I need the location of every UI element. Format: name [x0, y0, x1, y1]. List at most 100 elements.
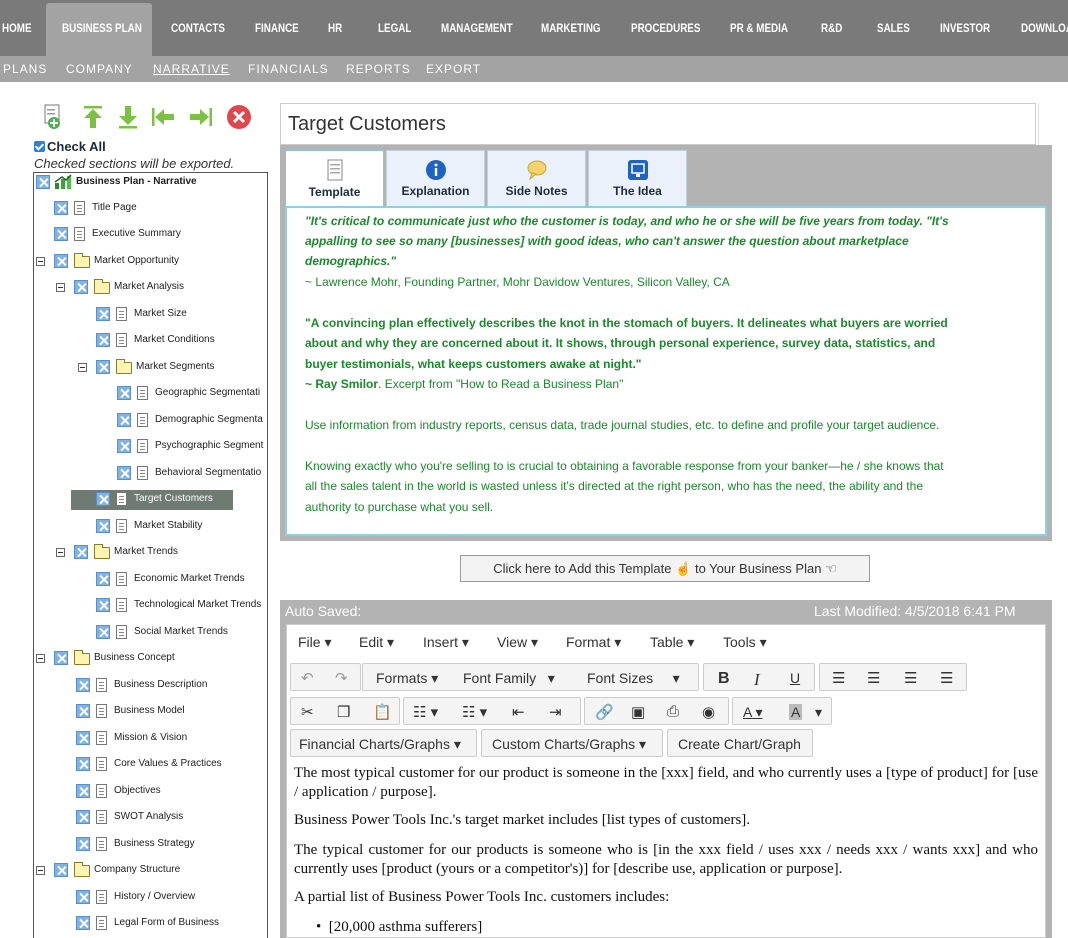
- tab-template[interactable]: Template: [285, 150, 384, 207]
- tab-the-idea[interactable]: The Idea: [588, 150, 687, 207]
- subnav-financials[interactable]: FINANCIALS: [248, 56, 329, 82]
- tree-item[interactable]: Psychographic Segment: [34, 437, 267, 455]
- tree-item[interactable]: Company Structure: [34, 861, 267, 879]
- export-checkbox[interactable]: [96, 360, 110, 374]
- menu-file[interactable]: File ▾: [298, 634, 331, 651]
- tree-item[interactable]: Market Size: [34, 305, 267, 323]
- collapse-icon[interactable]: [36, 866, 45, 875]
- add-template-button[interactable]: Click here to Add this Template ☝ to You…: [460, 555, 870, 582]
- editor-list-item[interactable]: • [20,000 asthma sufferers]: [316, 918, 1016, 937]
- export-checkbox[interactable]: [54, 254, 68, 268]
- scrollbar[interactable]: [1038, 103, 1052, 145]
- menu-tools[interactable]: Tools ▾: [723, 634, 767, 651]
- export-checkbox[interactable]: [117, 466, 131, 480]
- tree-item[interactable]: History / Overview: [34, 888, 267, 906]
- numbered-list-icon[interactable]: ☷ ▾: [462, 703, 487, 721]
- bold-button[interactable]: B: [718, 670, 730, 688]
- copy-icon[interactable]: ❐: [337, 703, 350, 721]
- export-checkbox[interactable]: [76, 704, 90, 718]
- nav-rd[interactable]: R&D: [821, 0, 842, 56]
- export-checkbox[interactable]: [96, 492, 110, 506]
- menu-view[interactable]: View ▾: [497, 634, 538, 651]
- nav-home[interactable]: HOME: [2, 0, 32, 56]
- tree-item[interactable]: Business Model: [34, 702, 267, 720]
- nav-finance[interactable]: FINANCE: [255, 0, 299, 56]
- subnav-export[interactable]: EXPORT: [426, 56, 481, 82]
- menu-table[interactable]: Table ▾: [650, 634, 694, 651]
- indent-text-icon[interactable]: ⇥: [549, 703, 562, 721]
- cut-icon[interactable]: ✂: [301, 703, 314, 721]
- undo-icon[interactable]: ↶: [301, 669, 314, 687]
- add-section-icon[interactable]: [40, 104, 66, 130]
- tree-item[interactable]: Economic Market Trends: [34, 570, 267, 588]
- tree-item[interactable]: Market Conditions: [34, 331, 267, 349]
- export-checkbox[interactable]: [36, 175, 50, 189]
- export-checkbox[interactable]: [54, 863, 68, 877]
- link-icon[interactable]: 🔗: [595, 703, 614, 721]
- tree-item[interactable]: Market Trends: [34, 543, 267, 561]
- tree-item[interactable]: Market Analysis: [34, 278, 267, 296]
- menu-insert[interactable]: Insert ▾: [423, 634, 469, 651]
- nav-investor[interactable]: INVESTOR: [940, 0, 990, 56]
- nav-contacts[interactable]: CONTACTS: [171, 0, 225, 56]
- tree-item[interactable]: Title Page: [34, 199, 267, 217]
- indent-icon[interactable]: [188, 104, 214, 130]
- tree-item[interactable]: Core Values & Practices: [34, 755, 267, 773]
- export-checkbox[interactable]: [76, 784, 90, 798]
- export-checkbox[interactable]: [96, 307, 110, 321]
- export-checkbox[interactable]: [96, 598, 110, 612]
- export-checkbox[interactable]: [74, 545, 88, 559]
- tree-item[interactable]: Target Customers: [34, 490, 267, 508]
- align-justify-icon[interactable]: ☰: [940, 669, 953, 687]
- tree-item[interactable]: Mission & Vision: [34, 729, 267, 747]
- nav-procedures[interactable]: PROCEDURES: [631, 0, 700, 56]
- collapse-icon[interactable]: [36, 654, 45, 663]
- align-center-icon[interactable]: ☰: [867, 669, 880, 687]
- delete-section-icon[interactable]: [226, 104, 252, 130]
- menu-edit[interactable]: Edit ▾: [359, 634, 394, 651]
- create-chart-button[interactable]: Create Chart/Graph: [667, 729, 813, 757]
- nav-management[interactable]: MANAGEMENT: [441, 0, 513, 56]
- menu-format[interactable]: Format ▾: [566, 634, 621, 651]
- tree-item[interactable]: Demographic Segmenta: [34, 411, 267, 429]
- nav-pr-media[interactable]: PR & MEDIA: [730, 0, 788, 56]
- export-checkbox[interactable]: [96, 572, 110, 586]
- collapse-icon[interactable]: [78, 363, 87, 372]
- paste-icon[interactable]: 📋: [373, 703, 392, 721]
- tree-item[interactable]: Business Concept: [34, 649, 267, 667]
- export-checkbox[interactable]: [76, 890, 90, 904]
- tree-item[interactable]: Technological Market Trends: [34, 596, 267, 614]
- tree-item[interactable]: Executive Summary: [34, 225, 267, 243]
- export-checkbox[interactable]: [76, 837, 90, 851]
- subnav-narrative[interactable]: NARRATIVE: [153, 56, 230, 82]
- nav-hr[interactable]: HR: [328, 0, 342, 56]
- subnav-reports[interactable]: REPORTS: [346, 56, 411, 82]
- align-right-icon[interactable]: ☰: [904, 669, 917, 687]
- move-up-icon[interactable]: [80, 104, 106, 130]
- export-checkbox[interactable]: [117, 439, 131, 453]
- financial-charts-dropdown[interactable]: Financial Charts/Graphs ▾: [290, 729, 477, 757]
- tree-item[interactable]: Social Market Trends: [34, 623, 267, 641]
- image-icon[interactable]: ▣: [631, 703, 645, 721]
- tree-item[interactable]: Market Stability: [34, 517, 267, 535]
- collapse-icon[interactable]: [36, 257, 45, 266]
- formats-dropdown[interactable]: Formats ▾: [376, 670, 438, 687]
- tab-side-notes[interactable]: Side Notes: [487, 150, 586, 207]
- outdent-icon[interactable]: [150, 104, 176, 130]
- underline-button[interactable]: U: [790, 670, 800, 686]
- subnav-company[interactable]: COMPANY: [66, 56, 133, 82]
- custom-charts-dropdown[interactable]: Custom Charts/Graphs ▾: [481, 729, 663, 757]
- bullet-list-icon[interactable]: ☷ ▾: [413, 703, 438, 721]
- export-checkbox[interactable]: [96, 333, 110, 347]
- tree-item[interactable]: Geographic Segmentati: [34, 384, 267, 402]
- font-sizes-dropdown[interactable]: Font Sizes ▾: [587, 670, 680, 687]
- nav-download[interactable]: DOWNLOA: [1021, 0, 1068, 56]
- nav-sales[interactable]: SALES: [877, 0, 910, 56]
- export-checkbox[interactable]: [54, 651, 68, 665]
- tree-item[interactable]: Business Strategy: [34, 835, 267, 853]
- export-checkbox[interactable]: [96, 625, 110, 639]
- nav-business-plan[interactable]: BUSINESS PLAN: [62, 0, 142, 56]
- export-checkbox[interactable]: [76, 678, 90, 692]
- tab-explanation[interactable]: Explanation: [386, 150, 485, 207]
- tree-item[interactable]: Behavioral Segmentatio: [34, 464, 267, 482]
